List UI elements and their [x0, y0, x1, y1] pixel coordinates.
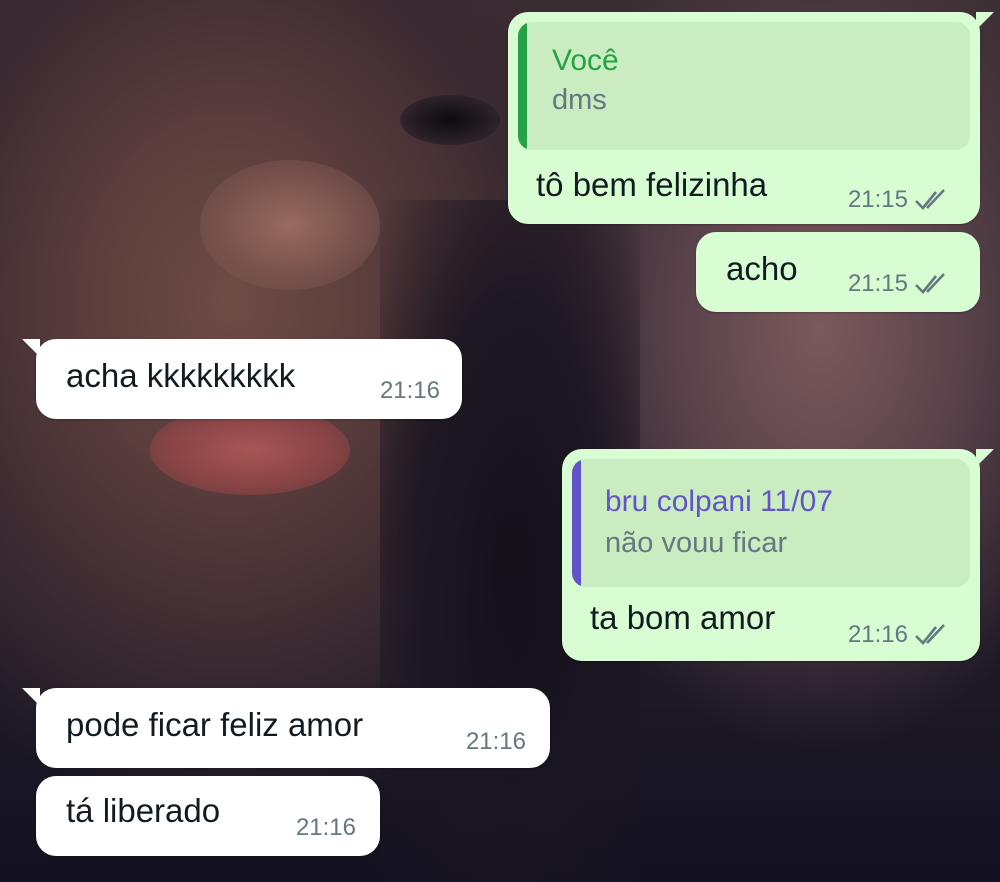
incoming-message[interactable]: pode ficar feliz amor 21:16 [22, 688, 550, 768]
quoted-message[interactable]: bru colpani 11/07 não vouu ficar [572, 459, 970, 587]
quote-author: Você [552, 44, 619, 77]
background-shape [400, 95, 500, 145]
quote-author: bru colpani 11/07 [605, 485, 833, 518]
quote-text: dms [552, 84, 607, 116]
message-time: 21:16 [465, 728, 526, 755]
message-meta: 21:16 [466, 728, 526, 756]
quoted-message[interactable]: Você dms [518, 22, 970, 150]
message-meta: 21:16 [296, 814, 356, 842]
message-meta: 21:16 [380, 377, 440, 405]
message-time: 21:15 [847, 186, 908, 213]
message-text: acho [726, 250, 798, 287]
message-time: 21:16 [295, 814, 356, 841]
outgoing-message[interactable]: Você dms tô bem felizinha 21:15 [508, 12, 994, 224]
message-text: acha kkkkkkkkk [66, 357, 296, 394]
message-text: ta bom amor [590, 599, 776, 636]
message-text: tô bem felizinha [536, 166, 768, 203]
double-check-icon [915, 189, 945, 210]
quote-bar [518, 22, 527, 150]
incoming-message[interactable]: acha kkkkkkkkk 21:16 [22, 339, 462, 419]
message-text: pode ficar feliz amor [66, 706, 364, 743]
background-shape [200, 160, 380, 290]
message-meta: 21:16 [848, 621, 954, 649]
double-check-icon [915, 624, 945, 645]
quote-bar [572, 459, 581, 587]
message-time: 21:16 [379, 377, 440, 404]
outgoing-message[interactable]: bru colpani 11/07 não vouu ficar ta bom … [562, 449, 994, 661]
outgoing-message[interactable]: acho 21:15 [696, 232, 980, 312]
incoming-message[interactable]: tá liberado 21:16 [36, 776, 380, 856]
message-meta: 21:15 [848, 186, 954, 214]
double-check-icon [915, 273, 945, 294]
message-text: tá liberado [66, 792, 221, 829]
message-time: 21:16 [847, 621, 908, 648]
message-time: 21:15 [847, 270, 908, 297]
message-meta: 21:15 [848, 270, 954, 298]
quote-text: não vouu ficar [605, 527, 788, 559]
